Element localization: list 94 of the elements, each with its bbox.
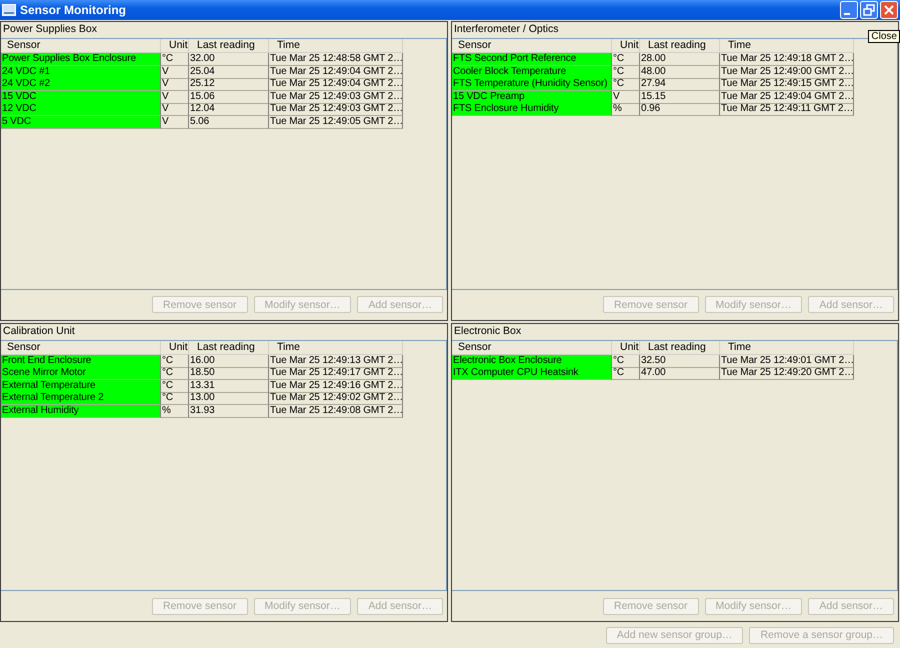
reading-cell: 0.96 xyxy=(640,103,720,116)
reading-cell: 47.00 xyxy=(640,367,720,380)
group-title: Calibration Unit xyxy=(2,324,75,338)
time-cell: Tue Mar 25 12:49:00 GMT 2… xyxy=(720,66,854,78)
time-cell: Tue Mar 25 12:49:02 GMT 2… xyxy=(269,392,403,405)
column-header[interactable]: Unit xyxy=(612,340,640,354)
column-header[interactable]: Unit xyxy=(612,39,640,53)
time-cell: Tue Mar 25 12:49:04 GMT 2… xyxy=(269,78,403,91)
sensor-name-cell: 12 VDC xyxy=(1,103,161,116)
unit-cell: V xyxy=(161,66,189,78)
time-cell: Tue Mar 25 12:49:11 GMT 2… xyxy=(720,103,854,116)
reading-cell: 31.93 xyxy=(189,404,269,418)
time-cell: Tue Mar 25 12:49:15 GMT 2… xyxy=(720,78,854,91)
window-title: Sensor Monitoring xyxy=(20,3,127,17)
unit-cell: °C xyxy=(161,53,189,66)
sensor-name-cell: Electronic Box Enclosure xyxy=(452,354,612,368)
restore-button[interactable] xyxy=(860,1,878,19)
unit-cell: °C xyxy=(161,380,189,392)
unit-cell: % xyxy=(161,404,189,418)
reading-cell: 15.06 xyxy=(189,90,269,104)
reading-cell: 16.00 xyxy=(189,354,269,368)
reading-cell: 25.04 xyxy=(189,66,269,78)
time-cell: Tue Mar 25 12:49:04 GMT 2… xyxy=(269,66,403,78)
time-cell: Tue Mar 25 12:49:17 GMT 2… xyxy=(269,367,403,380)
time-cell: Tue Mar 25 12:49:18 GMT 2… xyxy=(720,53,854,66)
unit-cell: °C xyxy=(612,78,640,91)
column-header[interactable]: Last reading xyxy=(640,39,720,53)
unit-cell: V xyxy=(161,78,189,91)
tooltip: Close xyxy=(868,30,900,43)
reading-cell: 5.06 xyxy=(189,116,269,128)
time-cell: Tue Mar 25 12:49:13 GMT 2… xyxy=(269,354,403,368)
sensor-name-cell: FTS Second Port Reference xyxy=(452,53,612,66)
column-header[interactable]: Last reading xyxy=(640,340,720,354)
unit-cell: °C xyxy=(161,354,189,368)
time-cell: Tue Mar 25 12:49:03 GMT 2… xyxy=(269,90,403,104)
sensor-name-cell: FTS Enclosure Humidity xyxy=(452,103,612,116)
sensor-name-cell: 15 VDC xyxy=(1,90,161,104)
time-cell: Tue Mar 25 12:49:04 GMT 2… xyxy=(720,90,854,104)
unit-cell: °C xyxy=(161,367,189,380)
sensor-name-cell: ITX Computer CPU Heatsink xyxy=(452,367,612,380)
close-button[interactable] xyxy=(880,1,898,19)
reading-cell: 48.00 xyxy=(640,66,720,78)
column-header[interactable]: Unit xyxy=(161,340,189,354)
time-cell: Tue Mar 25 12:49:20 GMT 2… xyxy=(720,367,854,380)
sensor-name-cell: External Temperature xyxy=(1,380,161,392)
reading-cell: 25.12 xyxy=(189,78,269,91)
reading-cell: 12.04 xyxy=(189,103,269,116)
sensor-name-cell: External Humidity xyxy=(1,404,161,418)
group-title: Electronic Box xyxy=(453,324,522,338)
unit-cell: °C xyxy=(612,354,640,368)
reading-cell: 27.94 xyxy=(640,78,720,91)
sensor-name-cell: FTS Temperature (Hunidity Sensor) xyxy=(452,78,612,91)
sensor-name-cell: 5 VDC xyxy=(1,116,161,128)
column-header[interactable]: Time xyxy=(720,39,854,53)
column-header[interactable]: Time xyxy=(269,39,403,53)
column-header[interactable]: Last reading xyxy=(189,340,269,354)
sensor-name-cell: 15 VDC Preamp xyxy=(452,90,612,104)
sensor-name-cell: Front End Enclosure xyxy=(1,354,161,368)
minimize-button[interactable] xyxy=(840,1,858,19)
unit-cell: °C xyxy=(161,392,189,405)
column-header[interactable]: Unit xyxy=(161,39,189,53)
time-cell: Tue Mar 25 12:48:58 GMT 2… xyxy=(269,53,403,66)
time-cell: Tue Mar 25 12:49:16 GMT 2… xyxy=(269,380,403,392)
sensor-name-cell: 24 VDC #2 xyxy=(1,78,161,91)
unit-cell: V xyxy=(161,103,189,116)
reading-cell: 32.00 xyxy=(189,53,269,66)
time-cell: Tue Mar 25 12:49:03 GMT 2… xyxy=(269,103,403,116)
app-icon xyxy=(2,4,16,16)
unit-cell: °C xyxy=(612,66,640,78)
unit-cell: °C xyxy=(612,367,640,380)
time-cell: Tue Mar 25 12:49:01 GMT 2… xyxy=(720,354,854,368)
group-title: Interferometer / Optics xyxy=(453,22,558,37)
reading-cell: 13.31 xyxy=(189,380,269,392)
unit-cell: % xyxy=(612,103,640,116)
column-header[interactable]: Time xyxy=(269,340,403,354)
unit-cell: V xyxy=(161,90,189,104)
unit-cell: °C xyxy=(612,53,640,66)
column-header[interactable]: Time xyxy=(720,340,854,354)
reading-cell: 13.00 xyxy=(189,392,269,405)
sensor-name-cell: External Temperature 2 xyxy=(1,392,161,405)
sensor-name-cell: Power Supplies Box Enclosure xyxy=(1,53,161,66)
group-title: Power Supplies Box xyxy=(2,22,97,37)
unit-cell: V xyxy=(161,116,189,128)
sensor-name-cell: 24 VDC #1 xyxy=(1,66,161,78)
reading-cell: 18.50 xyxy=(189,367,269,380)
time-cell: Tue Mar 25 12:49:08 GMT 2… xyxy=(269,404,403,418)
reading-cell: 32.50 xyxy=(640,354,720,368)
sensor-name-cell: Cooler Block Temperature xyxy=(452,66,612,78)
column-header[interactable]: Last reading xyxy=(189,39,269,53)
sensor-name-cell: Scene Mirror Motor xyxy=(1,367,161,380)
reading-cell: 15.15 xyxy=(640,90,720,104)
reading-cell: 28.00 xyxy=(640,53,720,66)
unit-cell: V xyxy=(612,90,640,104)
time-cell: Tue Mar 25 12:49:05 GMT 2… xyxy=(269,116,403,128)
